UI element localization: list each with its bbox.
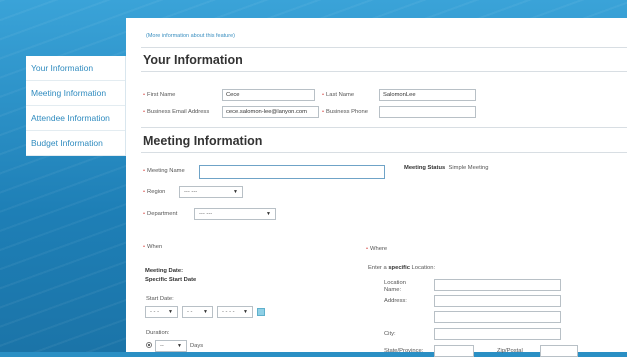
meeting-information-heading: Meeting Information (143, 134, 263, 148)
chevron-down-icon: ▼ (177, 343, 182, 349)
sidebar-item-meeting-information[interactable]: Meeting Information (26, 81, 125, 106)
duration-radio[interactable] (146, 342, 152, 348)
sidebar-nav: Your Information Meeting Information Att… (26, 56, 126, 156)
state-province-field[interactable] (434, 345, 474, 357)
sidebar-item-your-information[interactable]: Your Information (26, 56, 125, 81)
address-label: Address: (384, 298, 407, 304)
more-info-link[interactable]: (More information about this feature) (146, 33, 235, 39)
divider (141, 47, 627, 48)
divider (141, 127, 627, 128)
zip-postal-field[interactable] (540, 345, 578, 357)
enter-location-label: Enter a specific Location: (368, 265, 436, 271)
business-email-label: • Business Email Address (143, 109, 210, 115)
where-label: • Where (366, 246, 388, 252)
specific-start-date-label: Specific Start Date (145, 277, 197, 283)
first-name-label: • First Name (143, 92, 176, 98)
city-field[interactable] (434, 328, 561, 340)
location-name-label: Location Name: (384, 280, 406, 293)
divider (141, 152, 627, 153)
when-label: • When (143, 244, 163, 250)
state-province-label: State/Province: (384, 348, 424, 354)
divider (141, 71, 627, 72)
region-label: • Region (143, 189, 166, 195)
chevron-down-icon: ▼ (203, 309, 208, 315)
start-month-select[interactable]: - - - ▼ (145, 306, 178, 318)
duration-label: Duration: (146, 330, 170, 336)
address-line1-field[interactable] (434, 295, 561, 307)
chevron-down-icon: ▼ (243, 309, 248, 315)
start-date-label: Start Date: (146, 296, 174, 302)
sidebar-item-budget-information[interactable]: Budget Information (26, 131, 125, 156)
business-phone-field[interactable] (379, 106, 476, 118)
last-name-field[interactable]: SalomonLee (379, 89, 476, 101)
your-information-heading: Your Information (143, 53, 243, 67)
department-select[interactable]: --- --- ▼ (194, 208, 276, 220)
meeting-name-field[interactable] (199, 165, 385, 179)
duration-select[interactable]: -- ▼ (155, 340, 187, 352)
meeting-date-label: Meeting Date: (145, 268, 184, 274)
days-label: Days (190, 343, 204, 349)
meeting-name-label: • Meeting Name (143, 168, 185, 174)
last-name-label: • Last Name (322, 92, 355, 98)
region-select[interactable]: --- --- ▼ (179, 186, 243, 198)
city-label: City: (384, 331, 396, 337)
zip-postal-label: Zip/Postal (497, 348, 523, 354)
calendar-icon[interactable] (257, 308, 265, 316)
business-email-field[interactable]: cece.salomon-lee@lanyon.com (222, 106, 319, 118)
location-name-field[interactable] (434, 279, 561, 291)
chevron-down-icon: ▼ (266, 211, 271, 217)
main-form-panel: (More information about this feature) Yo… (126, 18, 627, 357)
first-name-field[interactable]: Cece (222, 89, 315, 101)
chevron-down-icon: ▼ (233, 189, 238, 195)
sidebar-item-attendee-information[interactable]: Attendee Information (26, 106, 125, 131)
meeting-status: Meeting Status Simple Meeting (404, 165, 489, 171)
address-line2-field[interactable] (434, 311, 561, 323)
business-phone-label: • Business Phone (322, 109, 368, 115)
department-label: • Department (143, 211, 178, 217)
chevron-down-icon: ▼ (168, 309, 173, 315)
start-year-select[interactable]: - - - - ▼ (217, 306, 253, 318)
start-day-select[interactable]: - - ▼ (182, 306, 213, 318)
